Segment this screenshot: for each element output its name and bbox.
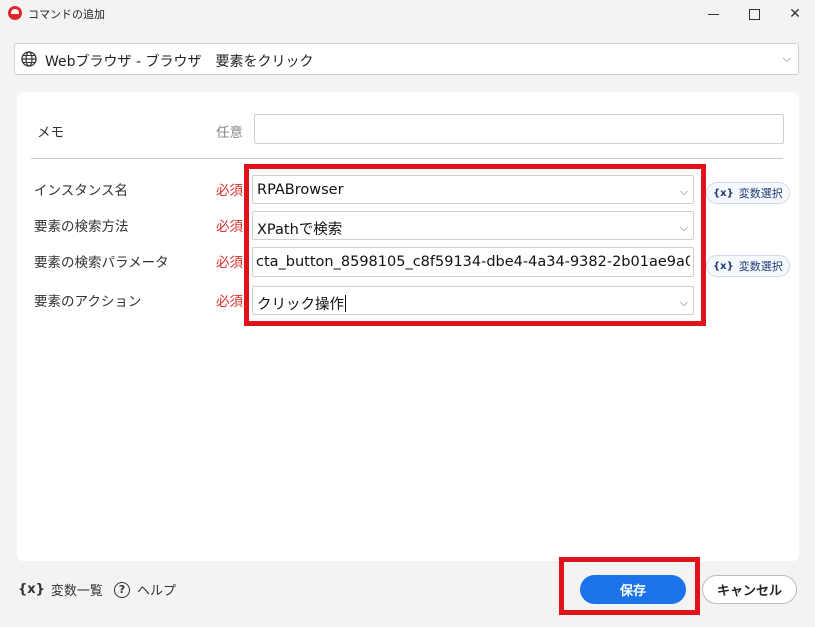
command-select[interactable]: Webブラウザ - ブラウザ 要素をクリック ⌵ xyxy=(14,43,799,75)
title-bar: コマンドの追加 ✕ xyxy=(0,0,815,28)
required-badge: 必須 xyxy=(216,219,243,235)
search-parameter-label: 要素の検索パラメータ xyxy=(34,255,169,271)
variable-icon: {x} xyxy=(713,260,734,272)
instance-name-label: インスタンス名 xyxy=(34,183,128,199)
command-select-value: Webブラウザ - ブラウザ 要素をクリック xyxy=(45,54,314,70)
help-label: ヘルプ xyxy=(137,584,177,599)
minimize-icon xyxy=(707,13,719,15)
required-badge: 必須 xyxy=(216,255,243,271)
variable-select-button-parameter[interactable]: {x} 変数選択 xyxy=(706,255,790,277)
variable-select-label: 変数選択 xyxy=(738,260,783,273)
required-badge: 必須 xyxy=(216,294,243,310)
minimize-button[interactable] xyxy=(690,0,736,28)
search-method-label: 要素の検索方法 xyxy=(34,219,129,235)
variable-select-button-instance[interactable]: {x} 変数選択 xyxy=(706,182,790,204)
divider xyxy=(31,158,783,159)
variables-icon: {x} xyxy=(18,582,45,597)
variable-icon: {x} xyxy=(713,187,734,199)
element-action-label: 要素のアクション xyxy=(34,294,142,310)
maximize-button[interactable] xyxy=(731,0,777,28)
variables-list-label: 変数一覧 xyxy=(50,584,103,599)
close-icon: ✕ xyxy=(789,6,801,22)
help-icon: ? xyxy=(114,581,130,598)
form-panel xyxy=(17,92,799,561)
app-logo-icon xyxy=(8,6,22,20)
save-highlight-box xyxy=(559,557,700,615)
chevron-down-icon: ⌵ xyxy=(782,52,791,65)
required-badge: 必須 xyxy=(216,183,243,199)
highlight-box xyxy=(244,164,706,326)
close-button[interactable]: ✕ xyxy=(772,0,815,28)
optional-badge: 任意 xyxy=(216,125,243,141)
variable-select-label: 変数選択 xyxy=(738,187,783,200)
globe-icon xyxy=(21,51,37,67)
maximize-icon xyxy=(748,8,760,20)
window-title: コマンドの追加 xyxy=(28,8,105,21)
memo-input[interactable] xyxy=(254,114,784,144)
variables-list-link[interactable]: {x} 変数一覧 xyxy=(18,580,103,599)
memo-label: メモ xyxy=(37,125,64,141)
help-link[interactable]: ? ヘルプ xyxy=(114,580,176,599)
cancel-button[interactable]: キャンセル xyxy=(702,575,797,604)
